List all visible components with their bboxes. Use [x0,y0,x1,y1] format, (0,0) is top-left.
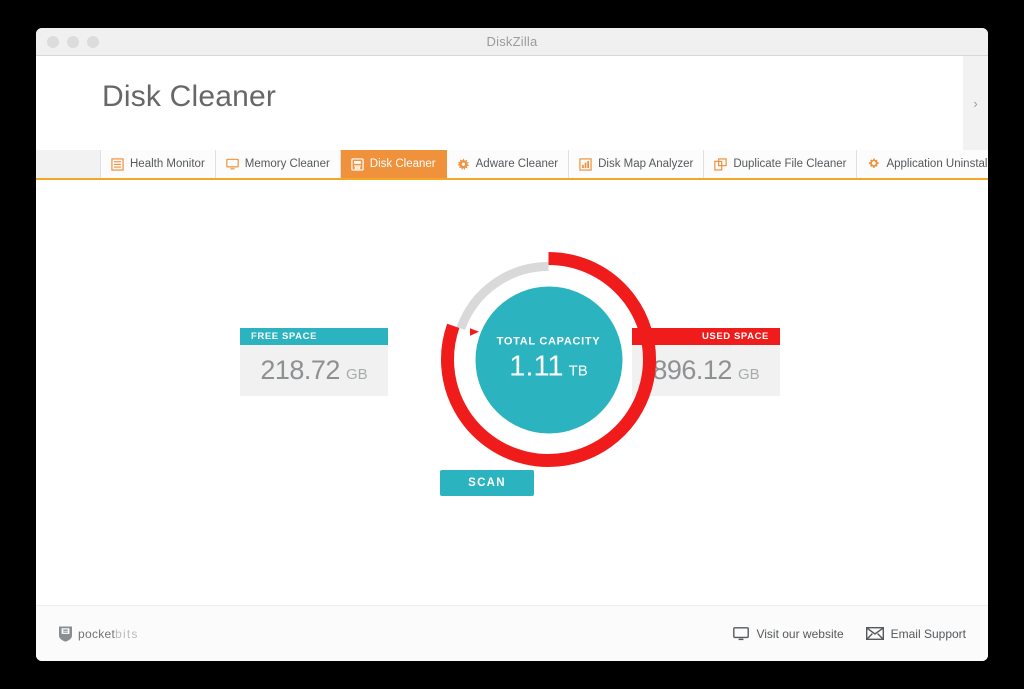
header-scroll-right[interactable]: › [963,56,988,150]
brand-name-first: pocket [78,626,116,641]
email-support-link[interactable]: Email Support [865,626,966,641]
tab-label: Adware Cleaner [475,158,559,170]
tab-label: Memory Cleaner [244,158,330,170]
list-panel-icon [111,157,124,171]
total-capacity-unit: TB [568,362,588,380]
free-space-label: FREE SPACE [240,328,388,345]
bar-chart-icon [579,157,592,171]
free-space-number: 218.72 [260,355,340,385]
brand-logo: pocketbits [58,625,139,642]
free-space-unit: GB [345,365,368,383]
total-capacity-number: 1.11 [509,350,564,383]
visit-website-label: Visit our website [756,626,844,641]
brand-name: pocketbits [78,627,139,641]
tab-label: Disk Map Analyzer [598,158,694,170]
tab-label: Disk Cleaner [369,158,436,170]
tab-health-monitor[interactable]: Health Monitor [100,150,216,178]
window-title: DiskZilla [486,34,538,49]
monitor-icon [226,158,239,171]
used-space-number: 896.12 [652,355,732,385]
tab-application-uninstaller[interactable]: Application Uninstaller [857,150,988,178]
used-space-unit: GB [737,365,760,383]
visit-website-link[interactable]: Visit our website [733,626,844,641]
boundary-marker-icon [470,328,479,336]
scan-button[interactable]: SCAN [440,470,534,496]
free-space-value: 218.72 GB [240,345,388,396]
capacity-donut-chart: TOTAL CAPACITY 1.11 TB [433,244,664,475]
monitor-icon [733,626,750,640]
envelope-icon [865,627,884,640]
tab-label: Health Monitor [130,158,205,170]
tab-memory-cleaner[interactable]: Memory Cleaner [215,150,341,178]
tab-label: Duplicate File Cleaner [733,158,847,170]
footer-links: Visit our website Email Support [733,627,966,641]
disk-panel-icon [351,157,364,171]
free-space-card: FREE SPACE 218.72 GB [240,328,388,396]
chevron-right-icon: › [973,95,978,111]
email-support-label: Email Support [890,626,966,641]
tab-label: Application Uninstaller [886,158,988,170]
gear-icon [867,157,880,171]
tab-disk-cleaner[interactable]: Disk Cleaner [340,150,447,178]
tab-bar: Health Monitor Memory Cleaner Disk Cleaner… [36,150,988,180]
main-content: FREE SPACE 218.72 GB USED SPACE 896.12 G… [36,180,988,602]
app-window: DiskZilla Disk Cleaner › Health Monitor M… [36,28,988,661]
page-header: Disk Cleaner › [36,56,988,150]
tab-duplicate-file-cleaner[interactable]: Duplicate File Cleaner [704,150,858,178]
copy-files-icon [714,157,728,171]
bug-burst-icon [457,158,470,171]
screen: DiskZilla Disk Cleaner › Health Monitor M… [0,0,1024,689]
brand-name-second: bits [115,626,139,641]
tab-adware-cleaner[interactable]: Adware Cleaner [446,150,570,178]
page-title: Disk Cleaner [102,80,277,113]
window-titlebar: DiskZilla [36,28,988,56]
total-capacity-badge: TOTAL CAPACITY 1.11 TB [475,286,622,433]
total-capacity-value: 1.11 TB [509,351,587,384]
app-footer: pocketbits Visit our website Email Suppo… [36,605,988,661]
pocketbits-shield-icon [59,626,72,642]
total-capacity-label: TOTAL CAPACITY [496,335,601,348]
tab-disk-map-analyzer[interactable]: Disk Map Analyzer [569,150,705,178]
